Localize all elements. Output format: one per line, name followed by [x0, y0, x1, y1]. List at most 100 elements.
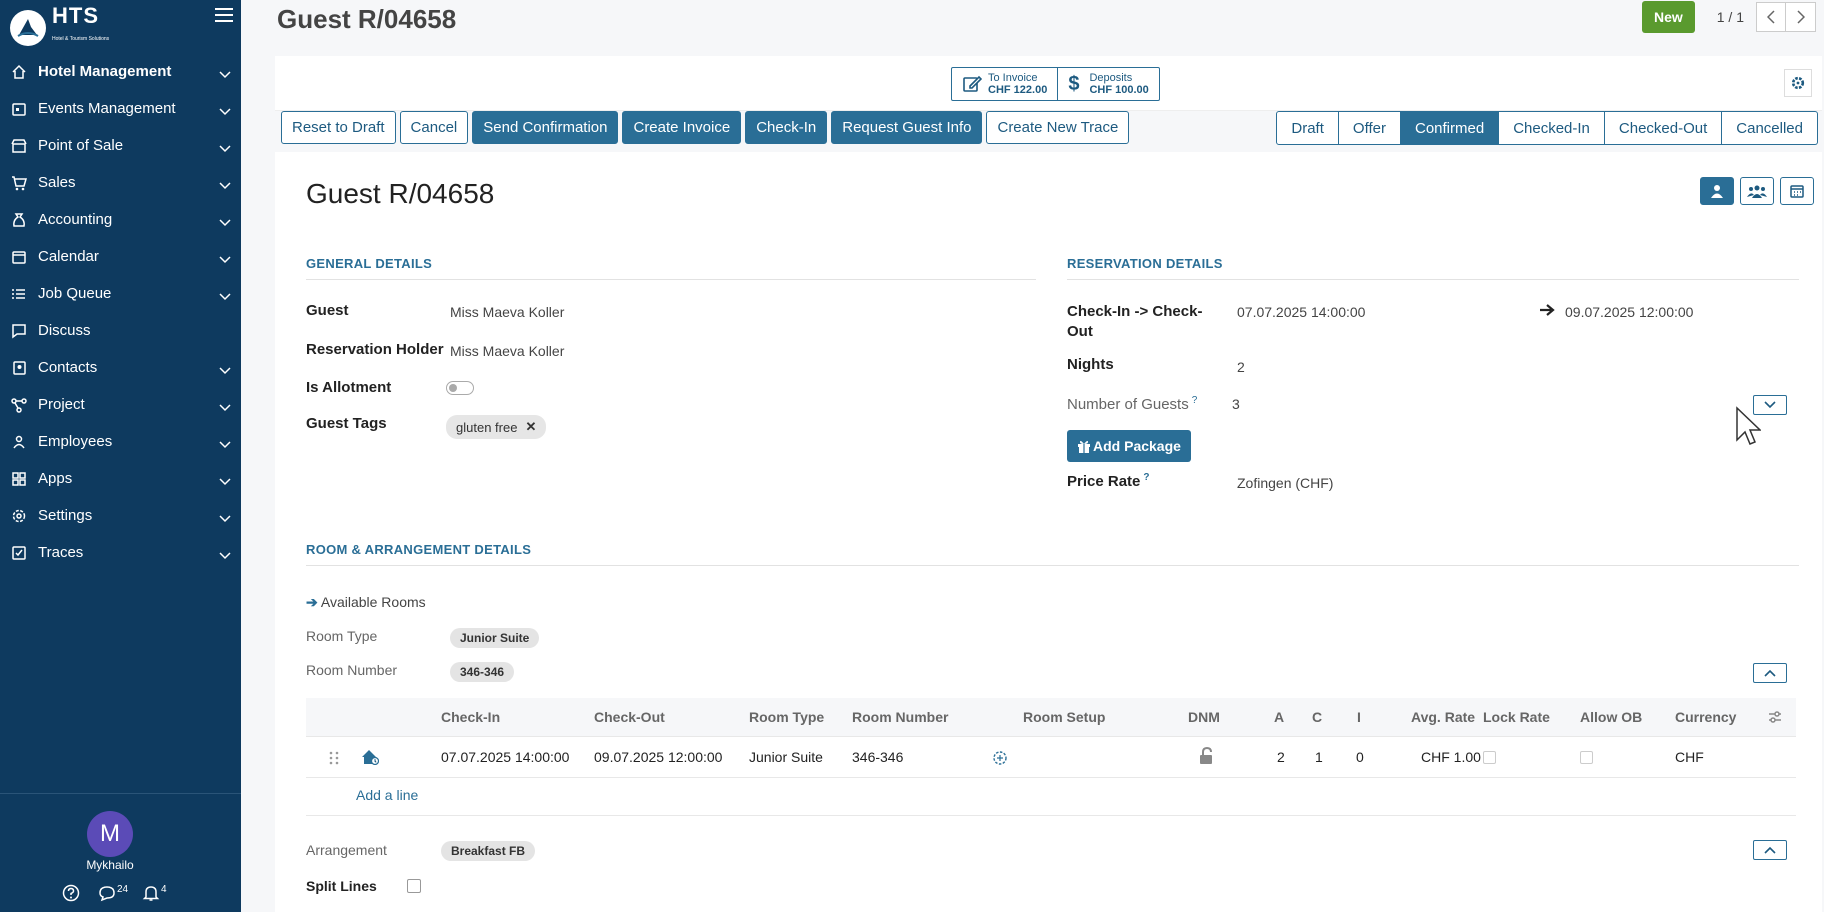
nights-field[interactable]: 2	[1237, 359, 1245, 375]
remove-tag-icon[interactable]: ✕	[525, 419, 536, 435]
available-rooms-link[interactable]: ➔ Available Rooms	[306, 594, 426, 611]
sidebar-item-events-management[interactable]: Events Management	[0, 90, 241, 127]
group-view-button[interactable]	[1740, 177, 1774, 205]
sidebar-item-calendar[interactable]: Calendar	[0, 238, 241, 275]
help-tooltip-icon[interactable]: ?	[1143, 472, 1149, 483]
col-allow-ob[interactable]: Allow OB	[1580, 709, 1642, 725]
col-room-type[interactable]: Room Type	[749, 709, 824, 725]
add-package-button[interactable]: Add Package	[1067, 430, 1191, 462]
status-checked-in[interactable]: Checked-In	[1499, 111, 1605, 145]
help-icon[interactable]	[62, 884, 80, 902]
app-logo[interactable]: HTS Hotel & Tourism Solutions	[10, 5, 109, 50]
next-record-button[interactable]	[1786, 2, 1816, 32]
status-checked-out[interactable]: Checked-Out	[1604, 111, 1723, 145]
create-new-trace-button[interactable]: Create New Trace	[986, 111, 1130, 144]
price-rate-label: Price Rate?	[1067, 472, 1149, 490]
sidebar-item-apps[interactable]: Apps	[0, 460, 241, 497]
check-in-button[interactable]: Check-In	[745, 111, 828, 144]
status-cancelled[interactable]: Cancelled	[1722, 111, 1818, 145]
col-room-number[interactable]: Room Number	[852, 709, 948, 725]
is-allotment-toggle[interactable]	[446, 381, 474, 395]
arrow-right-icon: ➔	[306, 594, 318, 610]
sidebar-divider	[0, 793, 241, 794]
price-rate-label-text: Price Rate	[1067, 473, 1141, 490]
chevron-down-icon	[219, 436, 231, 452]
checkout-field[interactable]: 09.07.2025 12:00:00	[1565, 304, 1693, 320]
column-settings-icon[interactable]	[1768, 710, 1782, 727]
previous-record-button[interactable]	[1756, 2, 1786, 32]
status-offer[interactable]: Offer	[1338, 111, 1401, 145]
col-infants[interactable]: I	[1357, 709, 1361, 725]
avatar[interactable]: M	[87, 811, 133, 857]
new-button[interactable]: New	[1641, 1, 1695, 33]
sidebar-item-accounting[interactable]: Accounting	[0, 201, 241, 238]
sidebar-item-job-queue[interactable]: Job Queue	[0, 275, 241, 312]
main-content: Guest R/04658 New 1 / 1 To Invoice CHF 12…	[241, 0, 1824, 912]
col-avg-rate[interactable]: Avg. Rate	[1411, 709, 1475, 725]
split-lines-checkbox[interactable]	[407, 879, 421, 893]
mouse-cursor-icon	[1735, 406, 1762, 449]
chevron-left-icon	[1767, 10, 1775, 24]
chevron-down-icon	[219, 214, 231, 230]
create-invoice-button[interactable]: Create Invoice	[622, 111, 742, 144]
to-invoice-button[interactable]: To Invoice CHF 122.00	[952, 68, 1057, 100]
sidebar-item-point-of-sale[interactable]: Point of Sale	[0, 127, 241, 164]
room-setup-icon[interactable]	[992, 750, 1008, 769]
reservation-holder-field[interactable]: Miss Maeva Koller	[450, 343, 564, 359]
guest-tag[interactable]: gluten free ✕	[446, 415, 547, 439]
room-number-label: Room Number	[306, 662, 398, 678]
money-bag-icon	[10, 211, 28, 229]
guest-view-button[interactable]	[1700, 177, 1734, 205]
arrangement-tag[interactable]: Breakfast FB	[441, 841, 536, 861]
add-line-link[interactable]: Add a line	[356, 787, 418, 803]
messages-button[interactable]: 24	[98, 884, 128, 902]
collapse-rooms-button[interactable]	[1753, 663, 1787, 683]
guest-field[interactable]: Miss Maeva Koller	[450, 304, 564, 320]
settings-gear-button[interactable]	[1784, 69, 1812, 97]
sidebar-item-project[interactable]: Project	[0, 386, 241, 423]
sidebar-item-sales[interactable]: Sales	[0, 164, 241, 201]
reset-to-draft-button[interactable]: Reset to Draft	[281, 111, 396, 144]
calendar-view-button[interactable]	[1780, 177, 1814, 205]
chevron-down-icon	[219, 103, 231, 119]
request-guest-info-button[interactable]: Request Guest Info	[831, 111, 983, 144]
number-of-guests-field[interactable]: 3	[1232, 396, 1240, 412]
sidebar-item-label: Job Queue	[38, 285, 112, 302]
allow-ob-checkbox[interactable]	[1580, 751, 1593, 764]
col-room-setup[interactable]: Room Setup	[1023, 709, 1105, 725]
room-number-tag[interactable]: 346-346	[450, 662, 515, 682]
send-confirmation-button[interactable]: Send Confirmation	[472, 111, 619, 144]
unlock-icon[interactable]	[1199, 746, 1215, 768]
room-type-tag[interactable]: Junior Suite	[450, 628, 540, 648]
help-tooltip-icon[interactable]: ?	[1192, 395, 1198, 406]
sidebar-item-employees[interactable]: Employees	[0, 423, 241, 460]
page-title: Guest R/04658	[277, 4, 457, 34]
sidebar-item-settings[interactable]: Settings	[0, 497, 241, 534]
drag-handle-icon[interactable]	[329, 750, 339, 769]
deposits-button[interactable]: $ Deposits CHF 100.00	[1057, 68, 1158, 100]
sidebar-item-traces[interactable]: Traces	[0, 534, 241, 571]
notifications-button[interactable]: 4	[142, 884, 167, 902]
lock-rate-checkbox[interactable]	[1483, 751, 1496, 764]
sidebar-item-discuss[interactable]: Discuss	[0, 312, 241, 349]
checkin-field[interactable]: 07.07.2025 14:00:00	[1237, 304, 1365, 320]
table-row[interactable]: 07.07.2025 14:00:00 09.07.2025 12:00:00 …	[306, 736, 1796, 778]
checkin-checkout-label: Check-In -> Check- Out	[1067, 302, 1202, 342]
room-status-icon[interactable]	[361, 749, 380, 768]
col-dnm[interactable]: DNM	[1188, 709, 1220, 725]
col-currency[interactable]: Currency	[1675, 709, 1736, 725]
collapse-arrangement-button[interactable]	[1753, 840, 1787, 860]
menu-toggle-icon[interactable]	[215, 8, 233, 26]
price-rate-field[interactable]: Zofingen (CHF)	[1237, 475, 1333, 491]
status-draft[interactable]: Draft	[1276, 111, 1339, 145]
status-confirmed[interactable]: Confirmed	[1400, 111, 1500, 145]
col-adults[interactable]: A	[1274, 709, 1284, 725]
sidebar-item-hotel-management[interactable]: Hotel Management	[0, 53, 241, 90]
col-check-out[interactable]: Check-Out	[594, 709, 665, 725]
sidebar-item-contacts[interactable]: Contacts	[0, 349, 241, 386]
pager-count[interactable]: 1 / 1	[1717, 9, 1744, 25]
col-check-in[interactable]: Check-In	[441, 709, 500, 725]
col-lock-rate[interactable]: Lock Rate	[1483, 709, 1550, 725]
cancel-button[interactable]: Cancel	[399, 111, 469, 144]
col-children[interactable]: C	[1312, 709, 1322, 725]
